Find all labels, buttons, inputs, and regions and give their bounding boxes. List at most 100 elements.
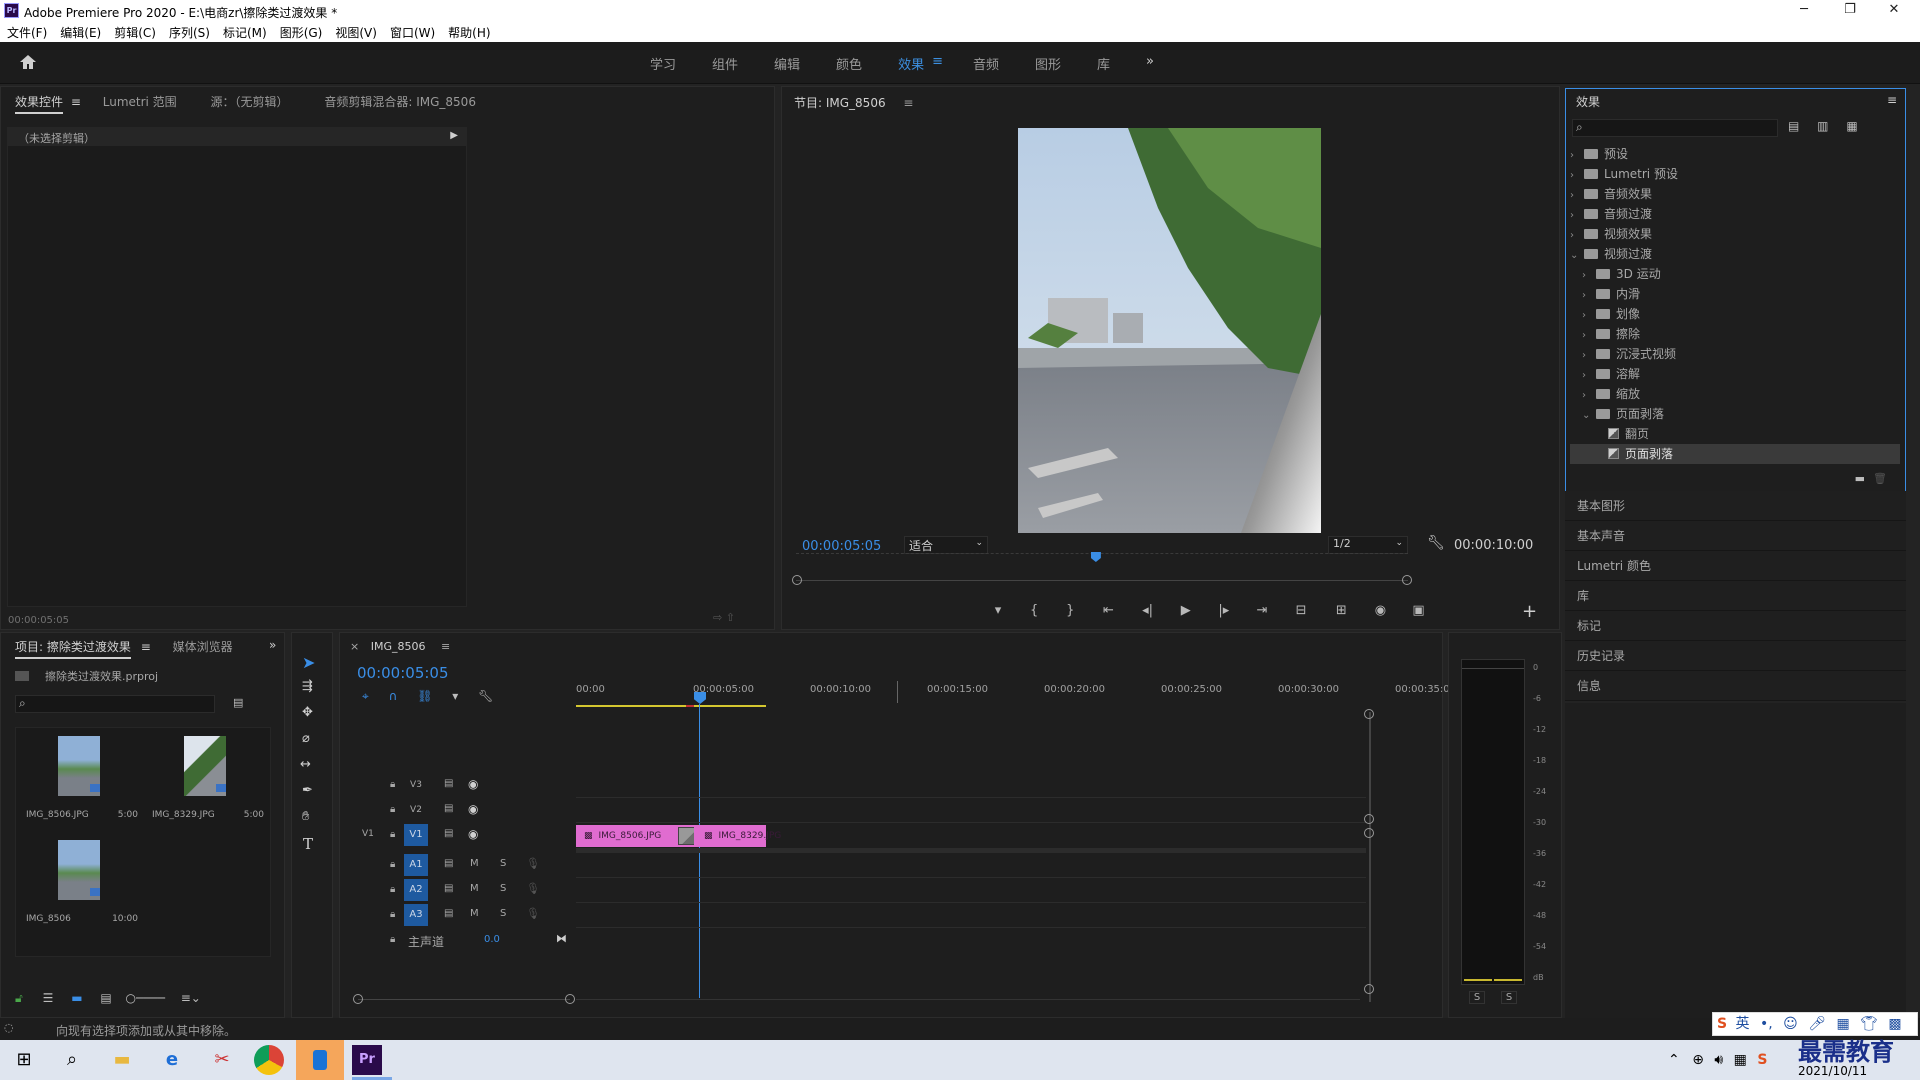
resolution-dropdown[interactable]: 1/2 ⌄: [1328, 536, 1408, 554]
new-bin-icon[interactable]: ▬: [1855, 472, 1865, 485]
close-tab-icon[interactable]: ×: [350, 640, 359, 653]
zoom-handle-left[interactable]: [792, 575, 802, 585]
effects-tree-item[interactable]: › 预设: [1570, 144, 1900, 164]
menu-graphics[interactable]: 图形(G): [273, 22, 329, 41]
hand-tool-icon[interactable]: ✋︎: [302, 809, 309, 824]
scroll-handle-bottom[interactable]: [1364, 984, 1374, 994]
chevron-right-icon[interactable]: ›: [1570, 146, 1580, 166]
workspace-libraries[interactable]: 库: [1097, 54, 1110, 73]
export-frame-icon[interactable]: ◉: [1363, 603, 1397, 618]
menu-sequence[interactable]: 序列(S): [162, 22, 216, 41]
nest-icon[interactable]: ⌖: [362, 689, 369, 703]
effects-tree-item[interactable]: ⌄ 视频过渡: [1570, 244, 1900, 264]
chevron-right-icon[interactable]: ›: [1582, 266, 1592, 286]
effects-tree-item[interactable]: 页面剥落: [1570, 444, 1900, 464]
scroll-handle-mid[interactable]: [1364, 814, 1374, 824]
timeline-timecode[interactable]: 00:00:05:05: [357, 664, 449, 682]
panel-history[interactable]: 历史记录: [1565, 641, 1906, 671]
extract-icon[interactable]: ⊞: [1323, 603, 1359, 618]
lock-icon[interactable]: 🔒︎: [390, 884, 395, 895]
scroll-handle-mid2[interactable]: [1364, 828, 1374, 838]
mute-button[interactable]: M: [470, 858, 479, 869]
effects-tree-item[interactable]: › Lumetri 预设: [1570, 164, 1900, 184]
menu-view[interactable]: 视图(V): [328, 22, 383, 41]
effects-tree-item[interactable]: › 音频效果: [1570, 184, 1900, 204]
expand-arrow-icon[interactable]: ▶: [450, 130, 458, 141]
tab-audio-clip-mixer[interactable]: 音频剪辑混合器: IMG_8506: [324, 93, 476, 110]
ime-voice-icon[interactable]: 🎤︎: [1808, 1016, 1826, 1032]
button-editor-icon[interactable]: +: [1522, 601, 1537, 622]
add-marker-icon[interactable]: ▾: [982, 603, 1014, 618]
effects-menu-icon[interactable]: ≡: [1887, 93, 1897, 107]
fit-dropdown[interactable]: 适合 ⌄: [904, 536, 988, 554]
chevron-right-icon[interactable]: ›: [1582, 286, 1592, 306]
track-select-tool-icon[interactable]: ⇶: [302, 679, 313, 694]
wrench-icon[interactable]: 🔧︎: [1427, 535, 1445, 551]
go-to-in-icon[interactable]: ⇤: [1090, 603, 1126, 618]
effects-tree-item[interactable]: 翻页: [1570, 424, 1900, 444]
sync-lock-icon[interactable]: ▤: [444, 828, 453, 839]
lift-icon[interactable]: ⊟: [1283, 603, 1319, 618]
sync-lock-icon[interactable]: ▤: [444, 778, 453, 789]
mark-out-icon[interactable]: }: [1054, 603, 1086, 618]
panel-libraries[interactable]: 库: [1565, 581, 1906, 611]
new-bin-from-search-icon[interactable]: ▤: [233, 696, 243, 709]
eye-icon[interactable]: ◉: [468, 802, 478, 816]
maximize-button[interactable]: ❐: [1830, 2, 1870, 20]
effects-tree-item[interactable]: › 音频过渡: [1570, 204, 1900, 224]
program-zoom-bar[interactable]: [796, 580, 1408, 581]
chevron-right-icon[interactable]: ›: [1570, 226, 1580, 246]
microphone-icon[interactable]: 🎙︎: [526, 882, 540, 895]
sequence-menu-icon[interactable]: ≡: [441, 640, 450, 653]
ime-skin-icon[interactable]: 👕︎: [1860, 1016, 1878, 1032]
sync-lock-icon[interactable]: ▤: [444, 803, 453, 814]
menu-edit[interactable]: 编辑(E): [53, 22, 107, 41]
project-item[interactable]: IMG_8506.JPG 5:00: [18, 730, 142, 832]
comparison-view-icon[interactable]: ▣: [1402, 603, 1436, 618]
tab-lumetri-scopes[interactable]: Lumetri 范围: [103, 93, 177, 110]
chevron-right-icon[interactable]: ›: [1582, 306, 1592, 326]
sort-icon[interactable]: ≡⌄: [181, 991, 201, 1005]
premiere-taskbar-icon[interactable]: Pr: [352, 1045, 382, 1075]
windows-start-icon[interactable]: ⊞: [10, 1046, 38, 1074]
sync-lock-icon[interactable]: ▤: [444, 883, 453, 894]
ime-punctuation-icon[interactable]: •,: [1760, 1016, 1773, 1032]
horizontal-scrollbar[interactable]: [358, 999, 570, 1000]
freeform-view-icon[interactable]: ▤: [100, 991, 111, 1005]
project-item[interactable]: IMG_8506 10:00: [18, 834, 142, 936]
panel-essential-graphics[interactable]: 基本图形: [1565, 491, 1906, 521]
panel-markers[interactable]: 标记: [1565, 611, 1906, 641]
effects-tree-item[interactable]: › 划像: [1570, 304, 1900, 324]
chevron-right-icon[interactable]: ›: [1582, 326, 1592, 346]
workspace-graphics[interactable]: 图形: [1035, 54, 1061, 73]
volume-icon[interactable]: 🔊︎: [1714, 1052, 1723, 1068]
sogou-logo-icon[interactable]: S: [1717, 1016, 1727, 1032]
master-volume-value[interactable]: 0.0: [484, 934, 500, 945]
chevron-right-icon[interactable]: ›: [1582, 386, 1592, 406]
program-time-ruler[interactable]: [796, 552, 1408, 573]
workspace-effects[interactable]: 效果: [898, 54, 924, 73]
chevron-right-icon[interactable]: ›: [1570, 166, 1580, 186]
go-to-edit-icon[interactable]: ⧓: [556, 932, 567, 945]
chevron-down-icon[interactable]: ⌄: [1570, 246, 1580, 266]
network-icon[interactable]: ⊕: [1692, 1052, 1704, 1068]
track-target-v3[interactable]: V3: [404, 776, 428, 794]
step-back-icon[interactable]: ◂|: [1131, 603, 1165, 618]
more-workspaces-icon[interactable]: »: [1146, 54, 1154, 73]
snap-icon[interactable]: ∩: [389, 689, 398, 703]
menu-help[interactable]: 帮助(H): [441, 22, 496, 41]
accelerated-effects-icon[interactable]: ▤: [1788, 119, 1799, 133]
program-playhead-timecode[interactable]: 00:00:05:05: [802, 539, 881, 554]
minimize-button[interactable]: ─: [1784, 2, 1824, 20]
close-button[interactable]: ✕: [1874, 2, 1914, 20]
workspace-menu-icon[interactable]: ≡: [932, 54, 943, 73]
search-icon[interactable]: ⌕: [58, 1046, 86, 1074]
effects-tree-item[interactable]: › 内滑: [1570, 284, 1900, 304]
eye-icon[interactable]: ◉: [468, 827, 478, 841]
slip-tool-icon[interactable]: ↔: [300, 757, 311, 772]
eye-icon[interactable]: ◉: [468, 777, 478, 791]
keyboard-icon[interactable]: ▦: [1734, 1052, 1747, 1068]
step-forward-icon[interactable]: |▸: [1207, 603, 1241, 618]
hscroll-handle-right[interactable]: [565, 994, 575, 1004]
workspace-assembly[interactable]: 组件: [712, 54, 738, 73]
